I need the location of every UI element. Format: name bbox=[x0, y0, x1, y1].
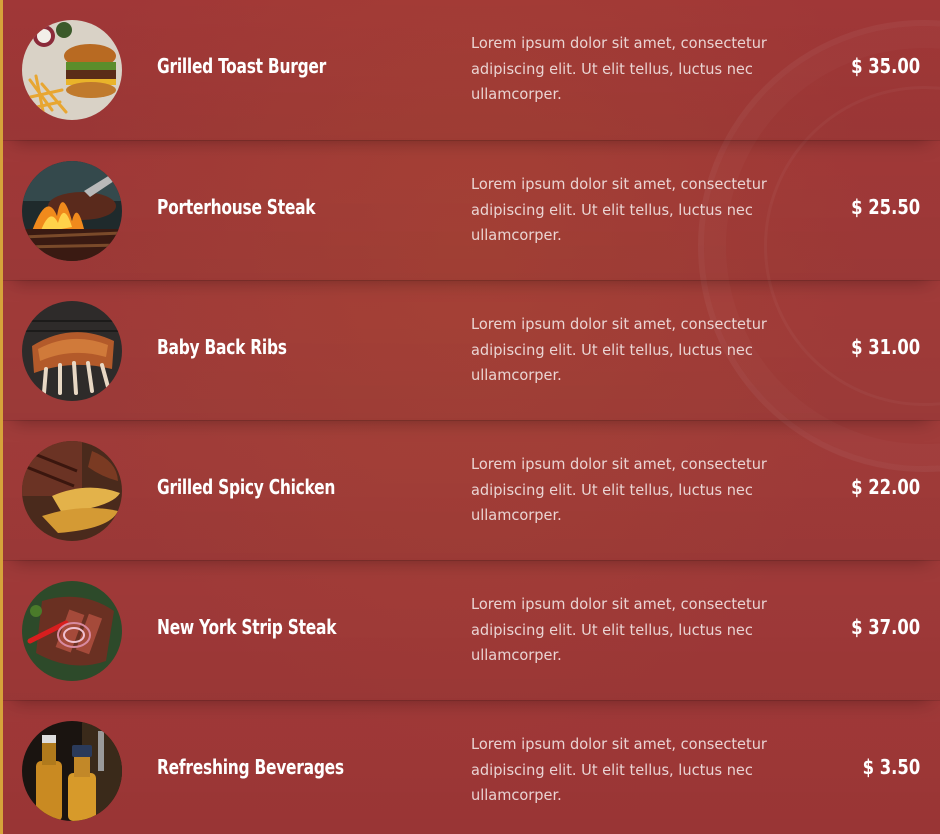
item-name: Grilled Toast Burger bbox=[157, 54, 327, 78]
item-price: $ 3.50 bbox=[862, 755, 920, 779]
item-name: Grilled Spicy Chicken bbox=[157, 475, 336, 499]
menu-item: Refreshing Beverages Lorem ipsum dolor s… bbox=[3, 700, 940, 834]
menu-item: Porterhouse Steak Lorem ipsum dolor sit … bbox=[3, 140, 940, 280]
item-description: Lorem ipsum dolor sit amet, consectetur … bbox=[471, 315, 767, 384]
item-name: Baby Back Ribs bbox=[157, 335, 287, 359]
item-description: Lorem ipsum dolor sit amet, consectetur … bbox=[471, 175, 767, 244]
beverages-photo bbox=[22, 721, 122, 821]
item-price: $ 37.00 bbox=[851, 615, 920, 639]
item-price: $ 35.00 bbox=[851, 54, 920, 78]
item-price: $ 31.00 bbox=[851, 335, 920, 359]
item-name: Refreshing Beverages bbox=[157, 755, 344, 779]
item-price: $ 22.00 bbox=[851, 475, 920, 499]
menu-item: Grilled Toast Burger Lorem ipsum dolor s… bbox=[3, 0, 940, 140]
item-description: Lorem ipsum dolor sit amet, consectetur … bbox=[471, 595, 767, 664]
strip-steak-photo bbox=[22, 581, 122, 681]
item-description: Lorem ipsum dolor sit amet, consectetur … bbox=[471, 455, 767, 524]
menu-list: Grilled Toast Burger Lorem ipsum dolor s… bbox=[0, 0, 940, 834]
menu-item: Baby Back Ribs Lorem ipsum dolor sit ame… bbox=[3, 280, 940, 420]
chicken-photo bbox=[22, 441, 122, 541]
item-name: Porterhouse Steak bbox=[157, 195, 316, 219]
item-price: $ 25.50 bbox=[851, 195, 920, 219]
item-description: Lorem ipsum dolor sit amet, consectetur … bbox=[471, 34, 767, 103]
item-name: New York Strip Steak bbox=[157, 615, 337, 639]
steak-fire-photo bbox=[22, 161, 122, 261]
burger-photo bbox=[22, 20, 122, 120]
item-description: Lorem ipsum dolor sit amet, consectetur … bbox=[471, 735, 767, 804]
menu-item: New York Strip Steak Lorem ipsum dolor s… bbox=[3, 560, 940, 700]
menu-item: Grilled Spicy Chicken Lorem ipsum dolor … bbox=[3, 420, 940, 560]
ribs-photo bbox=[22, 301, 122, 401]
